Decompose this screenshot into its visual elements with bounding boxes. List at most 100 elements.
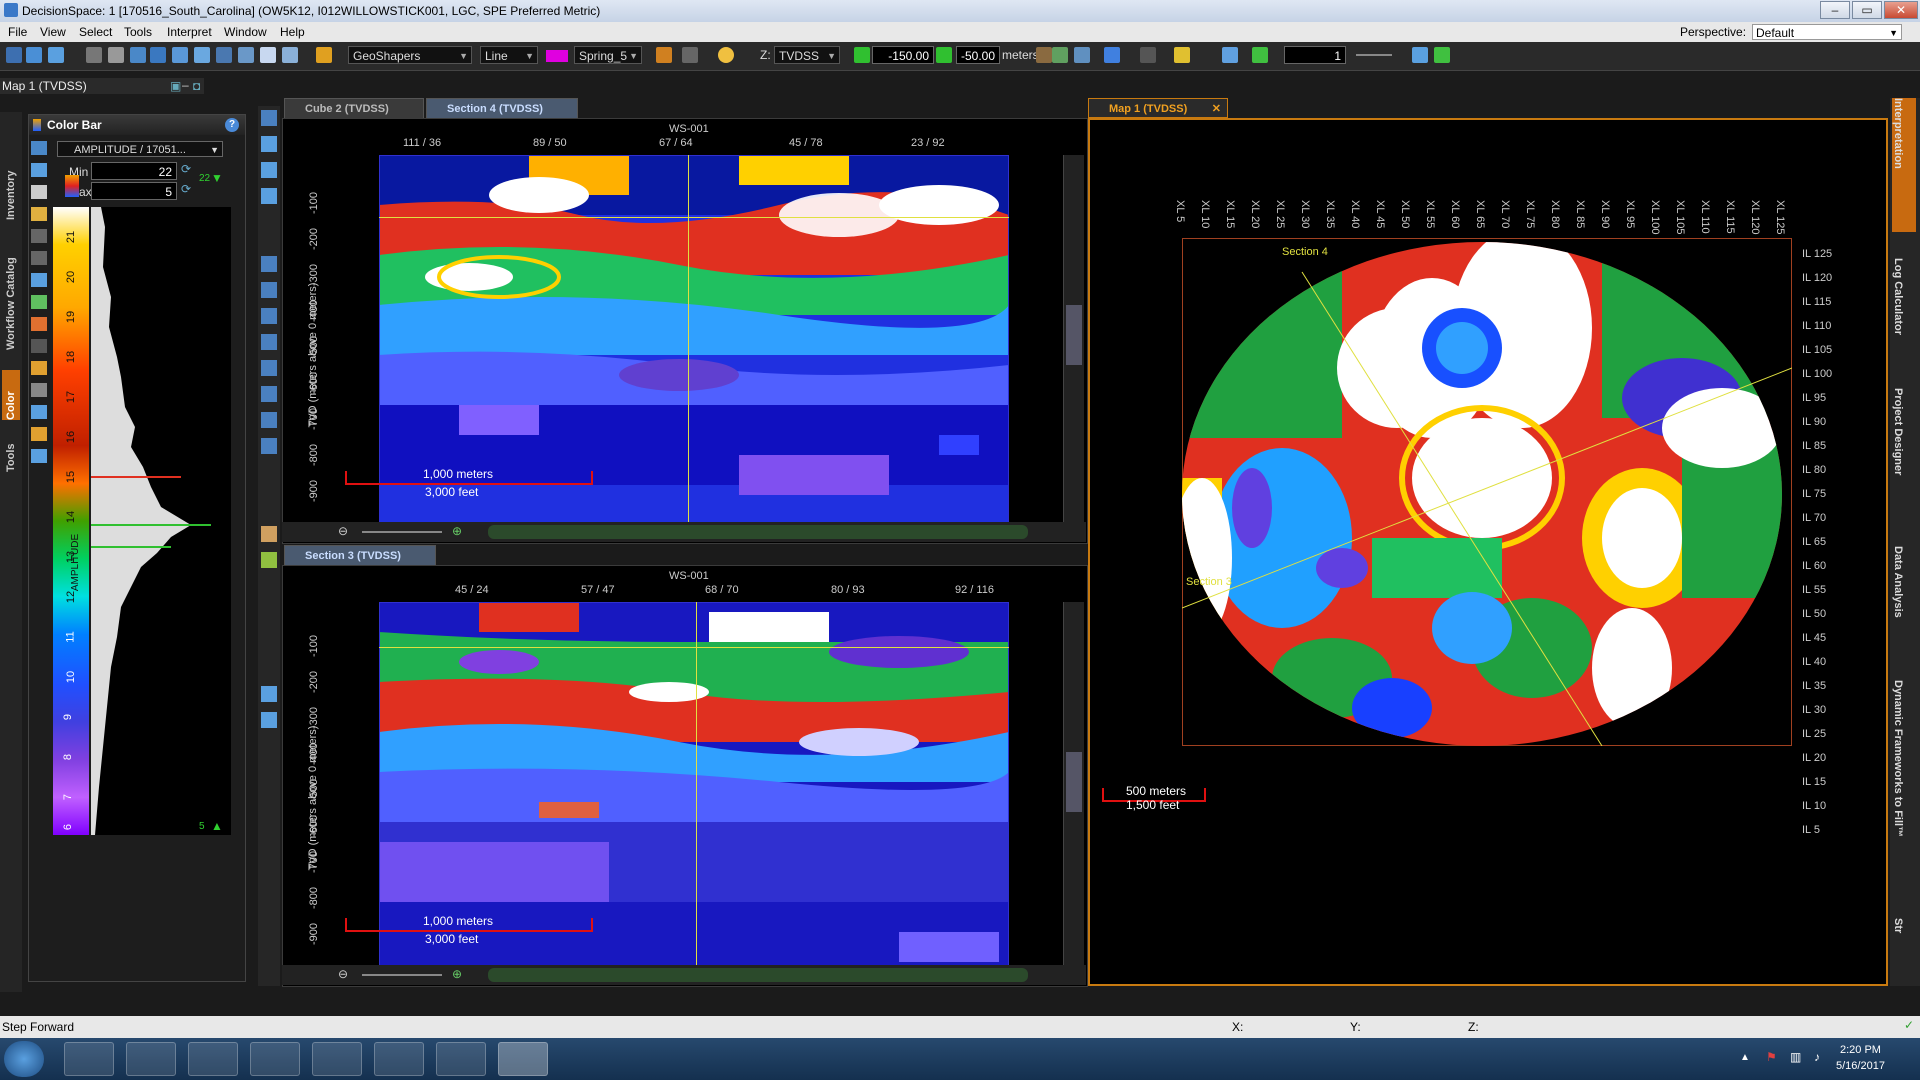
colorbar-tool-7-icon[interactable] (31, 273, 47, 287)
tab-map1[interactable]: Map 1 (TVDSS) ✕ (1088, 98, 1228, 118)
zoom-in-icon[interactable]: ⊕ (452, 967, 462, 981)
new-icon[interactable] (6, 47, 22, 63)
tool-icon-b[interactable] (1052, 47, 1068, 63)
zoom-out-icon[interactable]: ⊖ (338, 524, 348, 538)
pan-icon[interactable] (194, 47, 210, 63)
tab-section4[interactable]: Section 4 (TVDSS) (426, 98, 578, 118)
top-marker-icon[interactable]: ▼ (211, 171, 223, 185)
redo-icon[interactable] (682, 47, 698, 63)
tab-data-analysis[interactable]: Data Analysis (1892, 546, 1916, 646)
colorbar-tool-5-icon[interactable] (31, 229, 47, 243)
line-style-select[interactable]: Line ▼ (480, 46, 538, 64)
section-tool-8-icon[interactable] (261, 334, 277, 350)
scroll-thumb[interactable] (1066, 305, 1082, 365)
z-min-input[interactable]: -150.00 (872, 46, 934, 64)
tab-interpretation[interactable]: Interpretation (1892, 98, 1916, 232)
max-input[interactable]: 5 (91, 182, 177, 200)
decisionspace-taskbar-icon[interactable] (498, 1042, 548, 1076)
help-icon[interactable]: ? (225, 118, 239, 132)
menu-view[interactable]: View (40, 25, 66, 39)
section3-viewport[interactable]: WS-001 45 / 24 57 / 47 68 / 70 80 / 93 9… (282, 565, 1088, 987)
colorbar-tool-4-icon[interactable] (31, 207, 47, 221)
clock-date[interactable]: 5/16/2017 (1836, 1060, 1885, 1072)
map1-viewport[interactable]: XL 5 XL 10 XL 15 XL 20 XL 25 XL 30 XL 35… (1088, 118, 1888, 986)
measure-icon[interactable] (130, 47, 146, 63)
z-max-input[interactable]: -50.00 (956, 46, 1000, 64)
tab-color[interactable]: Color (2, 370, 20, 420)
ie-taskbar-icon[interactable] (64, 1042, 114, 1076)
menu-tools[interactable]: Tools (124, 25, 152, 39)
tray-network-icon[interactable]: ▥ (1790, 1050, 1801, 1064)
rotate-icon[interactable] (216, 47, 232, 63)
tab-inventory[interactable]: Inventory (2, 150, 20, 220)
section-tool-16-icon[interactable] (261, 712, 277, 728)
panel-minimize-icon[interactable]: ‒ (182, 78, 189, 92)
colorbar-tool-8-icon[interactable] (31, 295, 47, 309)
close-button[interactable]: ✕ (1884, 1, 1918, 19)
colorbar-tool-1-icon[interactable] (31, 141, 47, 155)
section-tool-6-icon[interactable] (261, 282, 277, 298)
display-icon[interactable] (260, 47, 276, 63)
light-icon[interactable] (1174, 47, 1190, 63)
open-icon[interactable] (26, 47, 42, 63)
menu-window[interactable]: Window (224, 25, 267, 39)
app-taskbar-icon-6[interactable] (374, 1042, 424, 1076)
maximize-button[interactable]: ▭ (1852, 1, 1882, 19)
paint-taskbar-icon[interactable] (436, 1042, 486, 1076)
section-tool-15-icon[interactable] (261, 686, 277, 702)
color-swatch[interactable] (546, 50, 568, 62)
explorer-taskbar-icon[interactable] (126, 1042, 176, 1076)
perspective-select[interactable]: Default ▼ (1752, 24, 1902, 40)
camera-icon[interactable] (282, 47, 298, 63)
menu-interpret[interactable]: Interpret (167, 25, 212, 39)
zoom-in-icon[interactable]: ⊕ (452, 524, 462, 538)
section-tool-3-icon[interactable] (261, 162, 277, 178)
colorbar-tool-15-icon[interactable] (31, 449, 47, 463)
section4-vertical-scroll[interactable] (1063, 155, 1084, 527)
colorbar-tool-10-icon[interactable] (31, 339, 47, 353)
tab-project-designer[interactable]: Project Designer (1892, 388, 1916, 498)
max-reset-icon[interactable]: ⟳ (181, 182, 191, 196)
section-tool-13-icon[interactable] (261, 526, 277, 542)
min-reset-icon[interactable]: ⟳ (181, 162, 191, 176)
start-button[interactable] (4, 1041, 44, 1077)
colorbar-tool-2-icon[interactable] (31, 163, 47, 177)
draw-icon[interactable] (316, 47, 332, 63)
colorbar-tool-6-icon[interactable] (31, 251, 47, 265)
z-domain-select[interactable]: TVDSS ▼ (774, 46, 840, 64)
sun-icon[interactable] (718, 47, 734, 63)
horizon-icon[interactable] (1252, 47, 1268, 63)
section-tool-11-icon[interactable] (261, 412, 277, 428)
undo-icon[interactable] (656, 47, 672, 63)
tool-icon-c[interactable] (1074, 47, 1090, 63)
colorbar-tool-12-icon[interactable] (31, 383, 47, 397)
section-tool-10-icon[interactable] (261, 386, 277, 402)
zoom-slider[interactable] (362, 974, 442, 976)
media-taskbar-icon[interactable] (188, 1042, 238, 1076)
tab-section3[interactable]: Section 3 (TVDSS) (284, 545, 436, 565)
save-icon[interactable] (48, 47, 64, 63)
colorbar-tool-14-icon[interactable] (31, 427, 47, 441)
flag-icon[interactable] (1140, 47, 1156, 63)
attribute-select[interactable]: AMPLITUDE / 17051... ▼ (57, 141, 223, 157)
tool-icon-a[interactable] (1036, 47, 1052, 63)
count-input[interactable]: 1 (1284, 46, 1346, 64)
tray-expand-icon[interactable]: ▲ (1740, 1052, 1750, 1063)
opacity-slider[interactable] (1356, 54, 1392, 56)
menu-help[interactable]: Help (280, 25, 305, 39)
copy-icon[interactable] (86, 47, 102, 63)
section-tool-7-icon[interactable] (261, 308, 277, 324)
colorbar-tool-9-icon[interactable] (31, 317, 47, 331)
section-tool-1-icon[interactable] (261, 110, 277, 126)
app-taskbar-icon-5[interactable] (312, 1042, 362, 1076)
bookmark-icon[interactable] (1104, 47, 1120, 63)
colorbar-tool-3-icon[interactable] (31, 185, 47, 199)
zoom-fit-icon[interactable] (150, 47, 166, 63)
step-back-icon[interactable] (854, 47, 870, 63)
tab-tools[interactable]: Tools (2, 432, 20, 472)
menu-select[interactable]: Select (79, 25, 112, 39)
chrome-taskbar-icon[interactable] (250, 1042, 300, 1076)
colorbar-tool-13-icon[interactable] (31, 405, 47, 419)
section-tool-5-icon[interactable] (261, 256, 277, 272)
tab-workflow-catalog[interactable]: Workflow Catalog (2, 240, 20, 350)
